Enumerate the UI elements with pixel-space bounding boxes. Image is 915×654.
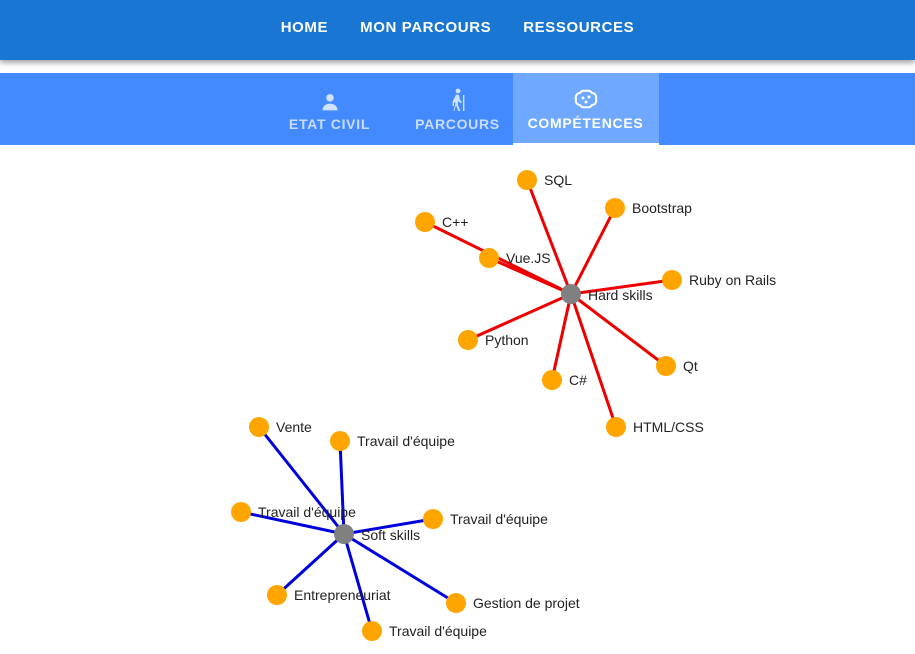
skill-node-dot[interactable]: [267, 585, 287, 605]
tab-label: COMPÉTENCES: [527, 115, 644, 131]
skill-node-dot[interactable]: [662, 270, 682, 290]
nav-ressources[interactable]: RESSOURCES: [507, 19, 650, 36]
skill-node-dot[interactable]: [656, 356, 676, 376]
skill-node-label: Python: [485, 332, 529, 348]
nav-mon-parcours[interactable]: MON PARCOURS: [344, 19, 507, 36]
hiker-icon: [448, 86, 468, 112]
skill-link: [570, 292, 667, 368]
skill-node-dot[interactable]: [330, 431, 350, 451]
skill-node-label: Bootstrap: [632, 200, 692, 216]
skill-node-label: Travail d'équipe: [258, 504, 356, 520]
hub-node-dot[interactable]: [561, 284, 581, 304]
skill-link: [275, 532, 346, 597]
profile-tabs: ETAT CIVIL PARCOURS COMPÉTENCES: [0, 73, 915, 145]
top-navbar: HOME MON PARCOURS RESSOURCES: [0, 0, 915, 60]
tab-parcours[interactable]: PARCOURS: [403, 73, 513, 145]
brain-icon: [574, 85, 598, 111]
skill-node-dot[interactable]: [458, 330, 478, 350]
skill-node-label: Vente: [276, 419, 312, 435]
skill-node-vue-js[interactable]: Vue.JS: [479, 248, 551, 268]
skill-node-ruby-on-rails[interactable]: Ruby on Rails: [662, 270, 776, 290]
skill-node-qt[interactable]: Qt: [656, 356, 698, 376]
skill-node-dot[interactable]: [446, 593, 466, 613]
hub-node-label: Soft skills: [361, 527, 420, 543]
hub-node-dot[interactable]: [334, 524, 354, 544]
skill-link: [569, 207, 617, 295]
skill-node-html-css[interactable]: HTML/CSS: [606, 417, 704, 437]
skills-graph: SQL Bootstrap C++ Vue.JS Ruby on Rails Python…: [231, 170, 776, 641]
skill-node-label: C++: [442, 214, 468, 230]
skill-node-sql[interactable]: SQL: [517, 170, 572, 190]
skill-node-label: Travail d'équipe: [389, 623, 487, 639]
skill-node-dot[interactable]: [423, 509, 443, 529]
skill-link: [550, 293, 573, 381]
skill-node-label: HTML/CSS: [633, 419, 704, 435]
skill-node-label: Ruby on Rails: [689, 272, 776, 288]
skill-link: [338, 440, 346, 535]
skill-node-dot[interactable]: [605, 198, 625, 218]
skill-node-dot[interactable]: [249, 417, 269, 437]
tab-label: ETAT CIVIL: [288, 116, 371, 132]
skill-node-bootstrap[interactable]: Bootstrap: [605, 198, 692, 218]
skill-node-travail-d-equipe[interactable]: Travail d'équipe: [231, 502, 356, 522]
skill-node-dot[interactable]: [362, 621, 382, 641]
skill-node-dot[interactable]: [517, 170, 537, 190]
tab-label: PARCOURS: [415, 116, 500, 132]
skill-node-label: Qt: [683, 358, 698, 374]
skill-node-label: Vue.JS: [506, 250, 551, 266]
skill-node-label: Travail d'équipe: [357, 433, 455, 449]
skill-link: [569, 293, 618, 428]
skill-node-label: Gestion de projet: [473, 595, 580, 611]
main-nav: HOME MON PARCOURS RESSOURCES: [0, 0, 915, 54]
skill-node-vente[interactable]: Vente: [249, 417, 312, 437]
skill-node-label: Travail d'équipe: [450, 511, 548, 527]
hub-node-label: Hard skills: [588, 287, 653, 303]
tab-etat-civil[interactable]: ETAT CIVIL: [257, 73, 403, 145]
skill-node-label: SQL: [544, 172, 572, 188]
skill-node-dot[interactable]: [606, 417, 626, 437]
skill-node-dot[interactable]: [542, 370, 562, 390]
skill-node-travail-d-equipe[interactable]: Travail d'équipe: [362, 621, 487, 641]
person-icon: [320, 86, 340, 112]
hub-node-hard-skills[interactable]: Hard skills: [561, 284, 653, 304]
skill-node-travail-d-equipe[interactable]: Travail d'équipe: [330, 431, 455, 451]
skill-node-travail-d-equipe[interactable]: Travail d'équipe: [423, 509, 548, 529]
tab-competences[interactable]: COMPÉTENCES: [512, 73, 659, 145]
skill-node-gestion-de-projet[interactable]: Gestion de projet: [446, 593, 580, 613]
skill-node-c[interactable]: C++: [415, 212, 468, 232]
skill-node-label: Entrepreneuriat: [294, 587, 391, 603]
skill-node-dot[interactable]: [415, 212, 435, 232]
nav-home[interactable]: HOME: [265, 19, 344, 36]
skill-node-c[interactable]: C#: [542, 370, 587, 390]
skill-node-dot[interactable]: [479, 248, 499, 268]
skill-node-python[interactable]: Python: [458, 330, 529, 350]
skill-node-label: C#: [569, 372, 587, 388]
hub-node-soft-skills[interactable]: Soft skills: [334, 524, 420, 544]
skill-node-dot[interactable]: [231, 502, 251, 522]
